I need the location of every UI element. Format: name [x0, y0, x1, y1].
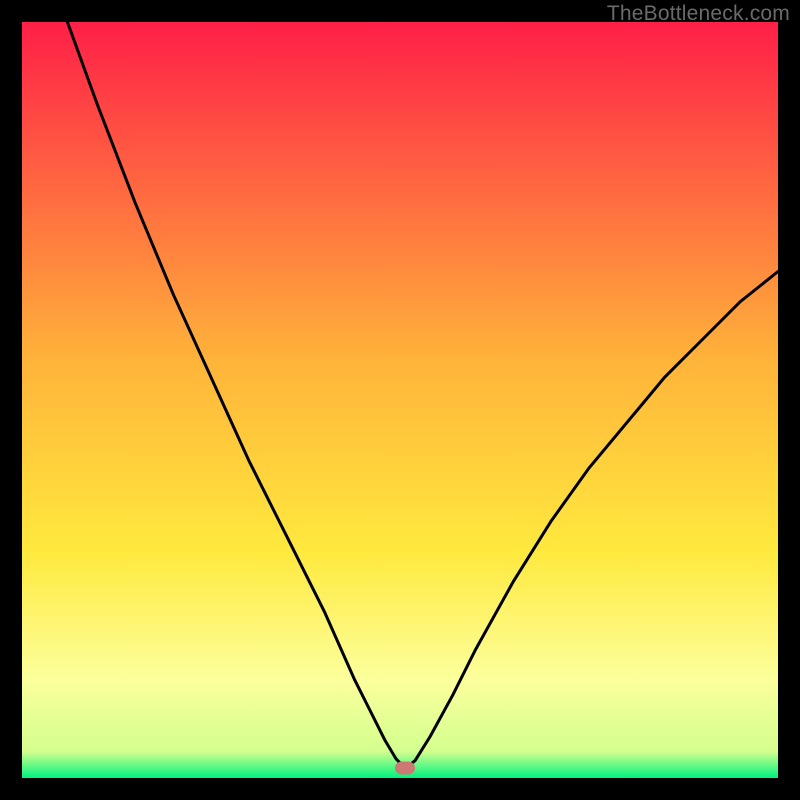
bottleneck-curve — [22, 22, 778, 778]
watermark-text: TheBottleneck.com — [607, 2, 790, 26]
minimum-marker — [395, 762, 415, 775]
plot-area — [22, 22, 778, 778]
chart-frame: TheBottleneck.com — [0, 0, 800, 800]
